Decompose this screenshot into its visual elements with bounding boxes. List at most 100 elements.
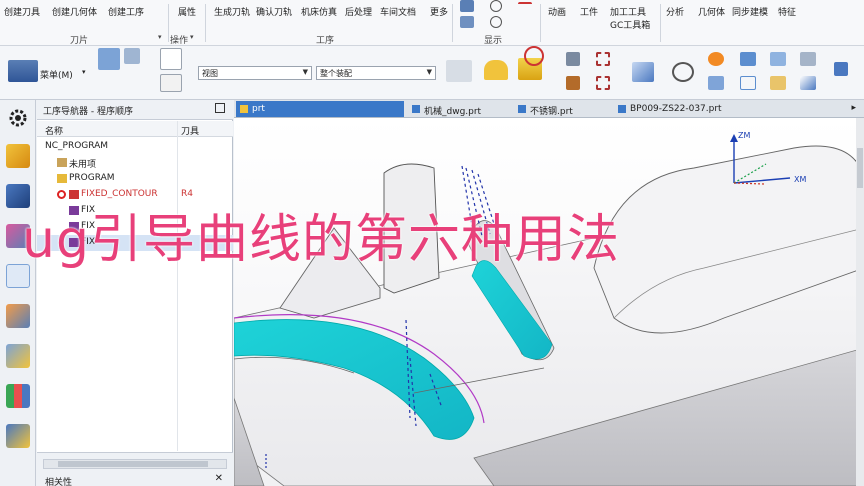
- layer-icon[interactable]: [800, 52, 816, 66]
- zoom-icon[interactable]: [672, 62, 694, 82]
- program-folder-icon: [57, 174, 67, 183]
- group-operation-expand[interactable]: ▾: [190, 33, 194, 41]
- workpiece-button[interactable]: 工件: [580, 5, 598, 18]
- tree-row-root[interactable]: NC_PROGRAM: [37, 139, 233, 155]
- line-icon[interactable]: [518, 2, 532, 12]
- display-icon-2[interactable]: [460, 16, 474, 28]
- assembly-filter-value: 整个装配: [320, 69, 352, 78]
- folder-icon: [57, 158, 67, 167]
- wireframe-icon[interactable]: [740, 76, 756, 90]
- tab-active-part[interactable]: prt: [236, 101, 404, 117]
- target-icon[interactable]: [524, 46, 544, 66]
- cube-select-icon[interactable]: [446, 60, 472, 82]
- rotate-icon[interactable]: [708, 52, 724, 66]
- document-tabs: prt 机械_dwg.prt 不锈钢.prt BP009-ZS22-037.pr…: [234, 100, 864, 118]
- part-file-icon: [518, 105, 526, 113]
- tree-row-unused[interactable]: 未用项: [37, 155, 233, 171]
- machine-simulation-button[interactable]: 机床仿真: [301, 5, 337, 18]
- sync-modeling-button[interactable]: 同步建模: [732, 5, 768, 18]
- magnet-icon[interactable]: [484, 60, 508, 80]
- group-select-icon[interactable]: [160, 74, 182, 92]
- generate-toolpath-button[interactable]: 生成刀轨: [214, 5, 250, 18]
- shop-doc-button[interactable]: 车间文档: [380, 5, 416, 18]
- pan-icon[interactable]: [708, 76, 724, 90]
- menu-icon[interactable]: [8, 60, 38, 82]
- render-style-icon[interactable]: [770, 76, 786, 90]
- tab-label: BP009-ZS22-037.prt: [630, 104, 722, 114]
- postprocess-button[interactable]: 后处理: [345, 5, 372, 18]
- view-filter-value: 视图: [202, 69, 218, 78]
- tab-mechanical-dwg[interactable]: 机械_dwg.prt: [408, 101, 487, 117]
- shaded-cube-icon[interactable]: [632, 62, 654, 82]
- close-icon[interactable]: ✕: [215, 473, 223, 484]
- analysis-button[interactable]: 分析: [666, 5, 684, 18]
- animation-button[interactable]: 动画: [548, 5, 566, 18]
- group-insert-expand[interactable]: ▾: [158, 33, 162, 41]
- snap-icon[interactable]: [124, 48, 140, 64]
- separator: [540, 4, 541, 42]
- display-icon-4[interactable]: [490, 16, 502, 28]
- view-filter-select[interactable]: 视图 ▼: [198, 66, 312, 80]
- vertical-scrollbar[interactable]: [856, 118, 864, 486]
- verify-toolpath-button[interactable]: 确认刀轨: [256, 5, 292, 18]
- feature-button[interactable]: 特征: [778, 5, 796, 18]
- menu-button[interactable]: 菜单(M): [40, 68, 73, 81]
- palette-icon[interactable]: [6, 424, 30, 448]
- constraint-icon[interactable]: [6, 304, 30, 328]
- column-tool-header[interactable]: 刀具: [181, 124, 199, 137]
- separator: [660, 4, 661, 42]
- fit-icon[interactable]: [740, 52, 756, 66]
- operation-navigator: 工序导航器 - 程序顺序 名称 刀具 NC_PROGRAM 未用项 PROGRA…: [37, 100, 233, 486]
- reuse-library-icon[interactable]: [6, 344, 30, 368]
- create-operation-button[interactable]: 创建工序: [108, 5, 144, 18]
- machining-tools-button[interactable]: 加工工具: [610, 5, 646, 18]
- display-icon-3[interactable]: [490, 0, 502, 12]
- model-scene: ZM XM: [234, 131, 864, 486]
- scrollbar-thumb[interactable]: [857, 148, 863, 188]
- tabs-overflow-icon[interactable]: ▸: [851, 103, 856, 113]
- snap-point-icon[interactable]: [566, 52, 580, 66]
- tree-label: NC_PROGRAM: [45, 141, 109, 151]
- graphics-viewport[interactable]: ZM XM: [234, 118, 864, 486]
- select-icon[interactable]: [160, 48, 182, 70]
- tab-bp009[interactable]: BP009-ZS22-037.prt: [614, 101, 728, 117]
- overflow-icon[interactable]: [834, 62, 848, 76]
- properties-button[interactable]: 属性: [178, 5, 196, 18]
- tree-label: 未用项: [69, 160, 97, 170]
- tab-stainless-steel[interactable]: 不锈钢.prt: [514, 101, 579, 117]
- axis-z-label: ZM: [738, 131, 750, 140]
- create-geometry-button[interactable]: 创建几何体: [52, 5, 97, 18]
- snap-center-icon[interactable]: [596, 76, 610, 90]
- scrollbar-thumb[interactable]: [58, 461, 208, 467]
- tree-row-program[interactable]: PROGRAM: [37, 171, 233, 187]
- display-icon-1[interactable]: [460, 0, 474, 12]
- navigator-title: 工序导航器 - 程序顺序: [43, 107, 133, 117]
- assembly-filter-select[interactable]: 整个装配 ▼: [316, 66, 436, 80]
- ribbon: 创建刀具 创建几何体 创建工序 属性 生成刀轨 确认刀轨 机床仿真 后处理 车间…: [0, 0, 864, 100]
- tab-label: 机械_dwg.prt: [424, 107, 482, 117]
- resource-bar: [0, 100, 36, 486]
- group-display-label: 显示: [484, 36, 503, 46]
- snap-mid-icon[interactable]: [596, 52, 610, 66]
- gear-icon[interactable]: [6, 106, 30, 130]
- separator: [452, 4, 453, 42]
- more-button[interactable]: 更多: [430, 5, 448, 18]
- dependency-panel-label[interactable]: 相关性: [45, 475, 72, 486]
- tree-label: PROGRAM: [69, 173, 115, 183]
- ribbon-top-row: 创建刀具 创建几何体 创建工序 属性 生成刀轨 确认刀轨 机床仿真 后处理 车间…: [0, 0, 864, 46]
- create-tool-button[interactable]: 创建刀具: [4, 5, 40, 18]
- snap-end-icon[interactable]: [566, 76, 580, 90]
- column-name-header[interactable]: 名称: [45, 124, 63, 137]
- gc-toolbox-button[interactable]: GC工具箱: [610, 18, 650, 31]
- history-icon[interactable]: [6, 384, 30, 408]
- separator: [205, 4, 206, 42]
- operation-navigator-icon[interactable]: [6, 144, 30, 168]
- part-file-icon: [618, 105, 626, 113]
- shading-icon[interactable]: [800, 76, 816, 90]
- maximize-icon[interactable]: [215, 103, 225, 113]
- geometry-button[interactable]: 几何体: [698, 5, 725, 18]
- selection-filter-icon[interactable]: [98, 48, 120, 70]
- horizontal-scrollbar[interactable]: [43, 459, 227, 469]
- menu-dropdown-arrow[interactable]: ▾: [82, 68, 86, 76]
- view-orient-icon[interactable]: [770, 52, 786, 66]
